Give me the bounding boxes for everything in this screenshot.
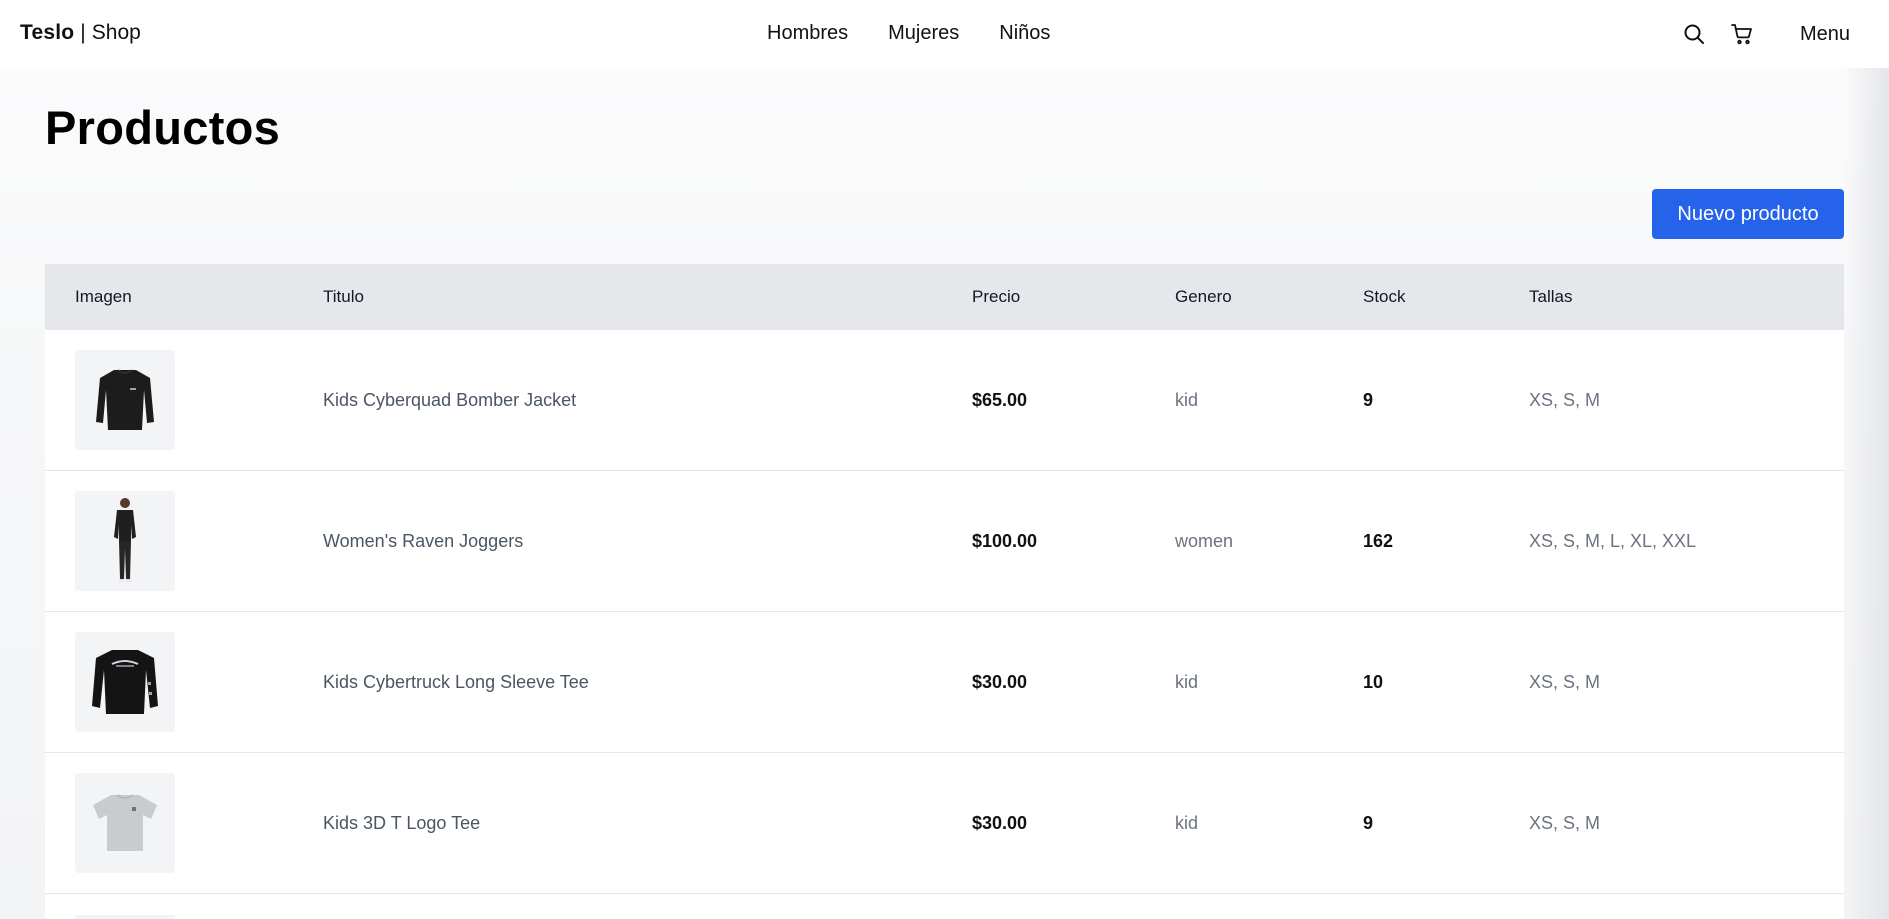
product-image-joggers[interactable] [75, 491, 175, 591]
product-sizes: XS, S, M, L, XL, XXL [1529, 530, 1697, 551]
product-image-cell [45, 632, 293, 732]
product-title[interactable]: Kids 3D T Logo Tee [293, 813, 942, 834]
nav-link-hombres[interactable]: Hombres [767, 22, 848, 45]
product-image-long-sleeve-tee[interactable] [75, 632, 175, 732]
brand-subtitle: Shop [91, 21, 141, 44]
product-title[interactable]: Kids Cyberquad Bomber Jacket [293, 390, 942, 411]
table-row [45, 894, 1844, 919]
product-image-cell [45, 350, 293, 450]
column-header-tallas: Tallas [1529, 287, 1573, 306]
product-image-tshirt[interactable] [75, 773, 175, 873]
product-price: $30.00 [972, 671, 1028, 692]
category-nav: Hombres Mujeres Niños [767, 22, 1050, 45]
products-table: Imagen Titulo Precio Genero Stock Tallas… [45, 264, 1844, 919]
column-header-titulo: Titulo [323, 287, 364, 306]
product-image-cell [45, 773, 293, 873]
product-price: $30.00 [972, 812, 1028, 833]
column-header-imagen: Imagen [75, 287, 132, 306]
product-image-cell [45, 491, 293, 591]
header-actions: Menu [1680, 18, 1850, 50]
table-row: Kids 3D T Logo Tee $30.00 kid 9 XS, S, M [45, 753, 1844, 894]
table-row: Women's Raven Joggers $100.00 women 162 … [45, 471, 1844, 612]
column-header-genero: Genero [1175, 287, 1232, 306]
product-title[interactable]: Kids Cybertruck Long Sleeve Tee [293, 672, 942, 693]
sidebar-shadow [1844, 68, 1889, 919]
table-row: Kids Cyberquad Bomber Jacket $65.00 kid … [45, 330, 1844, 471]
product-price: $100.00 [972, 530, 1038, 551]
product-gender: women [1175, 530, 1234, 551]
product-image-jacket[interactable] [75, 350, 175, 450]
nav-link-ninos[interactable]: Niños [999, 22, 1050, 45]
product-sizes: XS, S, M [1529, 389, 1601, 410]
product-gender: kid [1175, 389, 1199, 410]
product-stock: 162 [1363, 530, 1394, 551]
brand-name: Teslo [20, 21, 75, 44]
product-stock: 10 [1363, 671, 1384, 692]
product-price: $65.00 [972, 389, 1028, 410]
page-title: Productos [45, 101, 281, 154]
product-gender: kid [1175, 812, 1199, 833]
nav-link-mujeres[interactable]: Mujeres [888, 22, 959, 45]
product-sizes: XS, S, M [1529, 671, 1601, 692]
product-title[interactable]: Women's Raven Joggers [293, 531, 942, 552]
product-stock: 9 [1363, 812, 1374, 833]
search-icon[interactable] [1680, 18, 1708, 50]
column-header-precio: Precio [972, 287, 1021, 306]
brand-separator: | [80, 21, 86, 44]
product-gender: kid [1175, 671, 1199, 692]
cart-icon[interactable] [1728, 18, 1756, 50]
table-row: Kids Cybertruck Long Sleeve Tee $30.00 k… [45, 612, 1844, 753]
new-product-button[interactable]: Nuevo producto [1652, 189, 1844, 239]
product-stock: 9 [1363, 389, 1374, 410]
product-image-partial [75, 915, 175, 919]
menu-button[interactable]: Menu [1800, 23, 1850, 46]
product-sizes: XS, S, M [1529, 812, 1601, 833]
column-header-stock: Stock [1363, 287, 1406, 306]
top-navbar: Teslo | Shop Hombres Mujeres Niños Menu [0, 0, 1889, 68]
table-header: Imagen Titulo Precio Genero Stock Tallas [45, 264, 1844, 330]
brand-logo[interactable]: Teslo | Shop [20, 21, 141, 45]
